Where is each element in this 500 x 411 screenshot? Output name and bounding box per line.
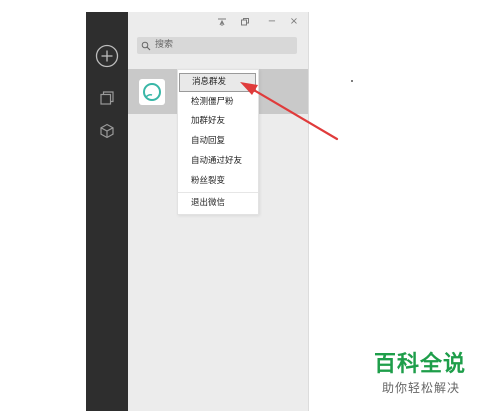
pin-icon[interactable]	[214, 14, 230, 30]
watermark-title: 百科全说	[374, 352, 467, 377]
context-menu: 消息群发 检测僵尸粉 加群好友 自动回复 自动通过好友 粉丝裂变 退出微信	[177, 69, 259, 215]
plus-circle-icon[interactable]	[86, 41, 128, 71]
app-sidebar	[86, 12, 128, 411]
menu-item-auto-reply[interactable]: 自动回复	[178, 132, 258, 151]
titlebar: − ×	[128, 12, 308, 34]
avatar[interactable]	[139, 79, 165, 105]
menu-item-auto-accept-friends[interactable]: 自动通过好友	[178, 152, 258, 171]
search-placeholder: 搜索	[155, 40, 174, 50]
cube-icon[interactable]	[86, 116, 128, 146]
menu-item-exit-wechat[interactable]: 退出微信	[178, 194, 258, 213]
stray-dot	[351, 80, 353, 82]
app-logo-icon	[143, 83, 161, 101]
menu-item-detect-zombie-fans[interactable]: 检测僵尸粉	[178, 93, 258, 112]
restore-icon[interactable]	[237, 14, 253, 30]
screenshot-page: − × 搜索 消息群发 检测僵尸粉 加群好友 自动回复 自动通过好友 粉丝裂变 …	[0, 0, 500, 411]
close-button[interactable]: ×	[286, 14, 302, 30]
minimize-button[interactable]: −	[264, 14, 280, 30]
menu-item-mass-message[interactable]: 消息群发	[179, 73, 256, 92]
window-copy-icon[interactable]	[86, 83, 128, 113]
menu-item-fan-fission[interactable]: 粉丝裂变	[178, 172, 258, 191]
search-icon	[141, 41, 151, 51]
menu-separator	[178, 192, 258, 193]
search-input[interactable]: 搜索	[137, 37, 297, 54]
watermark-subtitle: 助你轻松解决	[382, 381, 461, 395]
menu-item-add-group-friends[interactable]: 加群好友	[178, 112, 258, 131]
